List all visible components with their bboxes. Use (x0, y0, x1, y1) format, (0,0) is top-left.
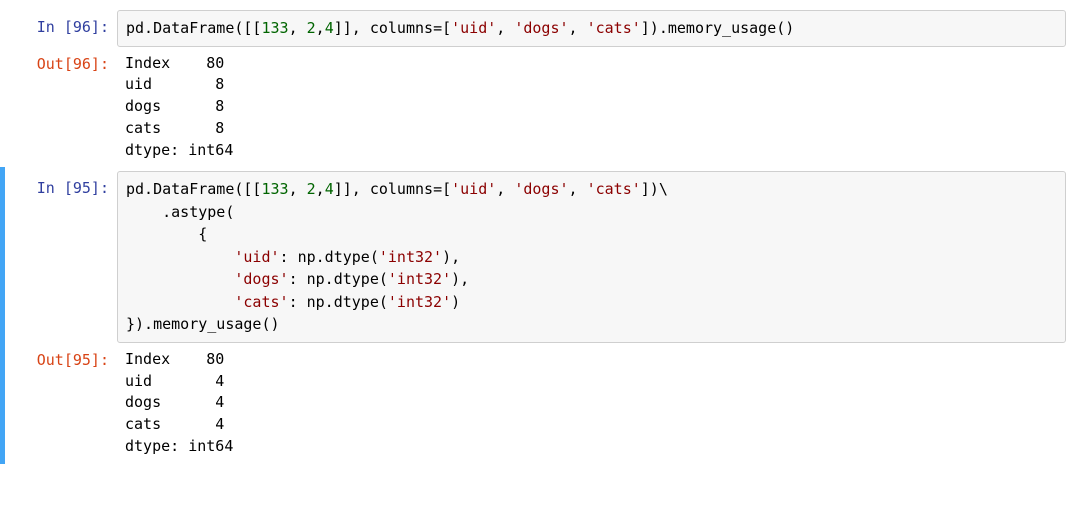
cell-group-0: In [96]: pd.DataFrame([[133, 2,4]], colu… (0, 6, 1080, 167)
code-input-0[interactable]: pd.DataFrame([[133, 2,4]], columns=['uid… (117, 10, 1066, 47)
output-cell-0: Out[96]: Index 80 uid 8 dogs 8 cats 8 dt… (5, 49, 1080, 166)
in-prompt-0: In [96]: (17, 10, 117, 39)
out-prompt-0: Out[96]: (17, 51, 117, 76)
cell-group-1: In [95]: pd.DataFrame([[133, 2,4]], colu… (0, 167, 1080, 463)
output-cell-1: Out[95]: Index 80 uid 4 dogs 4 cats 4 dt… (5, 345, 1080, 462)
in-prompt-label: In [95]: (37, 179, 109, 197)
code-cell-0[interactable]: In [96]: pd.DataFrame([[133, 2,4]], colu… (5, 8, 1080, 49)
notebook: In [96]: pd.DataFrame([[133, 2,4]], colu… (0, 0, 1080, 474)
code-input-1[interactable]: pd.DataFrame([[133, 2,4]], columns=['uid… (117, 171, 1066, 343)
out-prompt-label: Out[96]: (37, 55, 109, 73)
code-output-0: Index 80 uid 8 dogs 8 cats 8 dtype: int6… (117, 51, 1066, 164)
in-prompt-label: In [96]: (37, 18, 109, 36)
out-prompt-label: Out[95]: (37, 351, 109, 369)
out-prompt-1: Out[95]: (17, 347, 117, 372)
code-cell-1[interactable]: In [95]: pd.DataFrame([[133, 2,4]], colu… (5, 169, 1080, 345)
in-prompt-1: In [95]: (17, 171, 117, 200)
code-output-1: Index 80 uid 4 dogs 4 cats 4 dtype: int6… (117, 347, 1066, 460)
